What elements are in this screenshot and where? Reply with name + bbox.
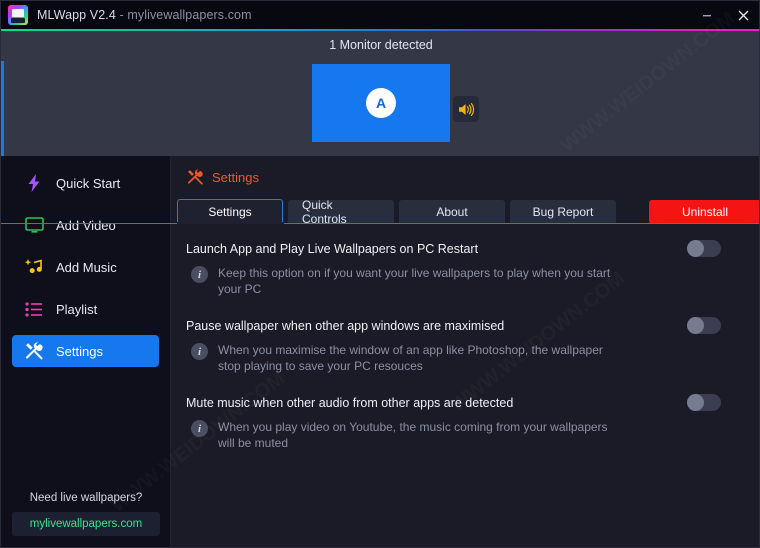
sidebar-item-settings[interactable]: Settings — [12, 335, 159, 367]
sidebar-item-quick-start[interactable]: Quick Start — [12, 167, 159, 199]
music-note-sparkle-icon — [24, 257, 44, 277]
tools-icon — [24, 341, 44, 361]
lightning-bolt-icon — [24, 173, 44, 193]
tab-label: About — [436, 205, 468, 219]
sound-toggle-button[interactable] — [453, 96, 479, 122]
info-icon: i — [191, 343, 208, 360]
setting-toggle[interactable] — [687, 394, 721, 411]
footer-question: Need live wallpapers? — [29, 492, 143, 504]
setting-row: Pause wallpaper when other app windows a… — [172, 317, 759, 374]
sidebar-item-label: Add Video — [56, 217, 116, 233]
window-title-separator: - — [115, 8, 128, 22]
title-bar: MLWapp V2.4 - mylivewallpapers.com — [1, 1, 759, 29]
minimize-icon — [703, 15, 711, 17]
footer-link-label: mylivewallpapers.com — [29, 518, 143, 530]
setting-description-wrap: i When you maximise the window of an app… — [186, 342, 746, 374]
tab-settings[interactable]: Settings — [177, 199, 283, 224]
toggle-knob — [687, 317, 704, 334]
window-title-app: MLWapp V2.4 — [37, 8, 116, 22]
tab-about[interactable]: About — [399, 200, 505, 224]
setting-description: When you play video on Youtube, the musi… — [218, 420, 608, 450]
app-window: MLWapp V2.4 - mylivewallpapers.com 1 Mon… — [0, 0, 760, 548]
speaker-icon — [458, 102, 474, 116]
tab-label: Quick Controls — [302, 198, 347, 226]
setting-description: When you maximise the window of an app l… — [218, 343, 603, 373]
main-content: Settings Settings Quick Controls About B… — [1, 156, 759, 547]
window-controls — [689, 1, 759, 29]
toggle-knob — [687, 394, 704, 411]
sidebar-item-label: Playlist — [56, 301, 98, 317]
monitor-panel: 1 Monitor detected A — [1, 31, 759, 186]
active-tab-underline-mask — [177, 222, 284, 224]
tab-label: Bug Report — [532, 205, 594, 219]
sidebar-nav: Quick Start Add Video Add Music Playlist… — [1, 156, 170, 367]
list-icon — [24, 299, 44, 319]
uninstall-label: Uninstall — [681, 205, 729, 219]
minimize-button[interactable] — [689, 1, 725, 29]
sidebar-item-label: Quick Start — [56, 175, 121, 191]
app-logo-icon — [8, 5, 28, 25]
setting-toggle[interactable] — [687, 240, 721, 257]
tools-icon — [186, 168, 204, 186]
setting-description-wrap: i When you play video on Youtube, the mu… — [186, 419, 746, 451]
monitor-icon — [24, 215, 44, 235]
setting-row: Launch App and Play Live Wallpapers on P… — [172, 240, 759, 297]
tab-underline — [1, 223, 759, 224]
sidebar-footer: Need live wallpapers? mylivewallpapers.c… — [1, 492, 171, 536]
section-header: Settings — [172, 156, 759, 190]
page-title: Settings — [212, 169, 259, 185]
setting-title: Pause wallpaper when other app windows a… — [186, 319, 505, 333]
tab-bug-report[interactable]: Bug Report — [510, 200, 616, 224]
window-title-site: mylivewallpapers.com — [127, 8, 252, 22]
settings-list: Launch App and Play Live Wallpapers on P… — [172, 224, 759, 451]
tab-label: Settings — [208, 205, 252, 219]
sidebar-item-label: Add Music — [56, 259, 117, 275]
close-icon — [738, 10, 748, 20]
sidebar-item-label: Settings — [56, 343, 103, 359]
sidebar-item-add-video[interactable]: Add Video — [12, 209, 159, 241]
uninstall-button[interactable]: Uninstall — [649, 200, 759, 224]
setting-title: Mute music when other audio from other a… — [186, 396, 514, 410]
monitor-detected-label: 1 Monitor detected — [329, 38, 433, 52]
sidebar: Quick Start Add Video Add Music Playlist… — [1, 156, 171, 547]
setting-toggle[interactable] — [687, 317, 721, 334]
setting-row: Mute music when other audio from other a… — [172, 394, 759, 451]
info-icon: i — [191, 420, 208, 437]
tab-bar: Settings Quick Controls About Bug Report… — [1, 196, 759, 226]
setting-description-wrap: i Keep this option on if you want your l… — [186, 265, 746, 297]
setting-title: Launch App and Play Live Wallpapers on P… — [186, 242, 479, 256]
tab-quick-controls[interactable]: Quick Controls — [288, 198, 394, 226]
setting-description: Keep this option on if you want your liv… — [218, 266, 611, 296]
sidebar-item-add-music[interactable]: Add Music — [12, 251, 159, 283]
monitor-preview[interactable]: A — [312, 64, 450, 142]
footer-link-button[interactable]: mylivewallpapers.com — [12, 512, 160, 536]
window-title: MLWapp V2.4 - mylivewallpapers.com — [37, 8, 252, 22]
close-button[interactable] — [725, 1, 759, 29]
monitor-letter-badge: A — [366, 88, 396, 118]
sidebar-item-playlist[interactable]: Playlist — [12, 293, 159, 325]
info-icon: i — [191, 266, 208, 283]
toggle-knob — [687, 240, 704, 257]
